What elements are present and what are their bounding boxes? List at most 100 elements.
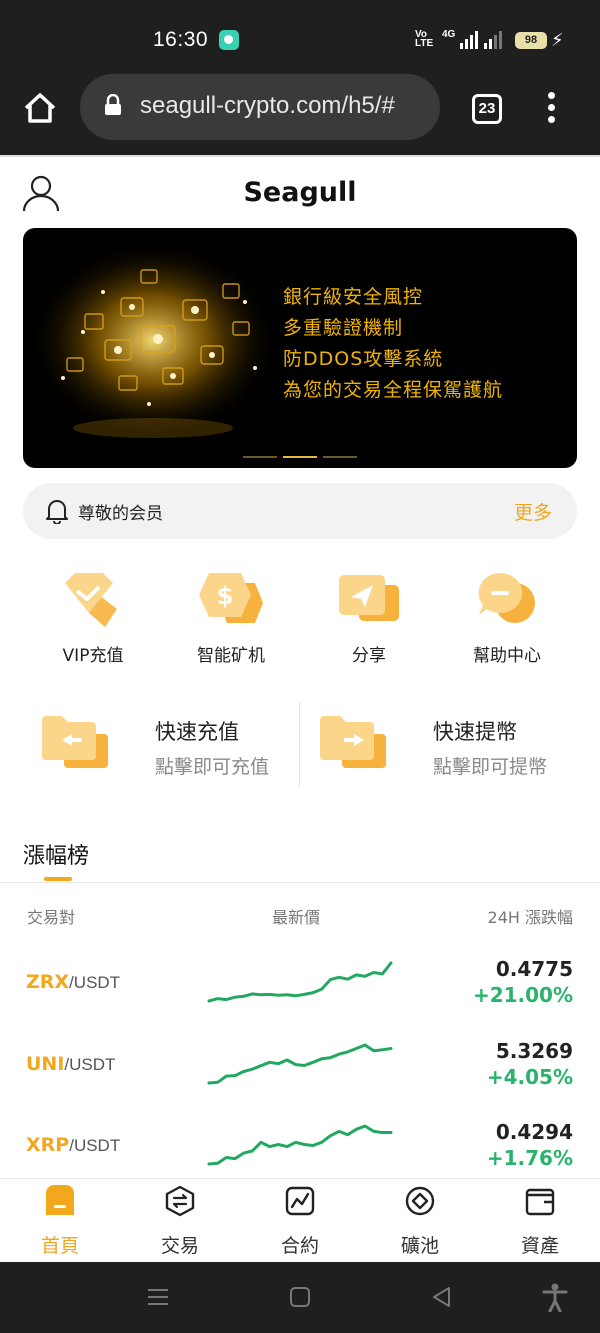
browser-menu-icon[interactable] xyxy=(548,92,558,126)
diamond-icon xyxy=(65,573,117,627)
banner-text: 銀行級安全風控 多重驗證機制 防DDOS攻擊系統 為您的交易全程保駕護航 xyxy=(283,282,503,406)
banner-line: 為您的交易全程保駕護航 xyxy=(283,379,504,401)
fast-withdraw-title: 快速提幣 xyxy=(433,720,517,744)
exchange-icon xyxy=(165,1185,195,1217)
base-symbol: ZRX xyxy=(26,971,70,993)
last-price: 5.3269 xyxy=(495,1039,573,1063)
sparkline-chart xyxy=(207,1043,393,1085)
address-bar[interactable]: seagull-crypto.com/h5/# xyxy=(80,74,440,140)
page-title: Seagull xyxy=(243,177,357,208)
quick-menu-label: 智能矿机 xyxy=(197,646,265,666)
wallet-icon xyxy=(525,1188,555,1216)
network-type: 4G xyxy=(442,29,456,40)
carousel-dot-active[interactable] xyxy=(283,456,317,458)
base-symbol: XRP xyxy=(26,1134,70,1156)
fast-deposit-subtitle: 點擊即可充值 xyxy=(155,756,270,778)
chart-icon xyxy=(285,1186,315,1216)
announcement-text: 尊敬的会员 xyxy=(78,504,163,524)
banner-line: 防DDOS攻擊系統 xyxy=(283,348,444,370)
lock-icon xyxy=(103,93,123,116)
withdraw-folder-icon xyxy=(320,716,386,768)
system-navigation-bar xyxy=(0,1262,600,1333)
quote-symbol: /USDT xyxy=(69,973,121,992)
announcement-bar[interactable]: 尊敬的会员 更多 xyxy=(23,483,577,539)
nav-label: 合約 xyxy=(280,1235,319,1257)
change-percent: +4.05% xyxy=(486,1065,573,1089)
carousel-dot[interactable] xyxy=(323,456,357,458)
status-bar: 16:30 Vo LTE 4G 98 ⚡ xyxy=(0,0,600,80)
share-icon xyxy=(339,575,399,621)
more-link[interactable]: 更多 xyxy=(514,498,552,525)
deposit-folder-icon xyxy=(42,716,108,768)
system-home-icon[interactable] xyxy=(285,1282,315,1312)
quick-menu-share[interactable]: 分享 xyxy=(299,565,439,675)
bell-icon xyxy=(45,498,69,525)
battery-icon: 98 xyxy=(515,32,547,49)
nav-label: 交易 xyxy=(160,1235,199,1257)
help-icon xyxy=(478,572,535,623)
column-header-price: 最新價 xyxy=(272,908,321,927)
system-back-icon[interactable] xyxy=(427,1282,457,1312)
recent-apps-icon[interactable] xyxy=(143,1282,173,1312)
change-percent: +1.76% xyxy=(486,1146,573,1170)
fast-deposit-title: 快速充值 xyxy=(155,720,239,744)
url-text: seagull-crypto.com/h5/# xyxy=(140,92,395,119)
accessibility-icon[interactable] xyxy=(540,1282,570,1312)
chat-notification-icon xyxy=(219,30,239,50)
tab-switcher-button[interactable]: 23 xyxy=(472,94,502,124)
tab-active-indicator xyxy=(44,877,72,881)
trading-pair: ZRX/USDT xyxy=(26,971,120,993)
tab-top-gainers[interactable]: 漲幅榜 xyxy=(23,838,89,870)
fast-actions: 快速充值 點擊即可充值 快速提幣 點擊即可提幣 xyxy=(0,700,600,795)
base-symbol: UNI xyxy=(26,1053,65,1075)
quick-menu-smart-miner[interactable]: $ 智能矿机 xyxy=(161,565,301,675)
trading-pair: UNI/USDT xyxy=(26,1053,115,1075)
signal-strength-icon xyxy=(460,31,478,49)
pool-icon xyxy=(405,1186,435,1216)
browser-toolbar: seagull-crypto.com/h5/# 23 xyxy=(0,74,600,155)
browser-home-icon[interactable] xyxy=(22,90,58,126)
quick-menu-vip-recharge[interactable]: VIP充值 xyxy=(23,565,163,675)
quick-menu-label: VIP充值 xyxy=(62,646,124,666)
last-price: 0.4294 xyxy=(495,1120,573,1144)
quick-menu: VIP充值 $ 智能矿机 分享 幫助中心 xyxy=(23,565,577,675)
trading-pair: XRP/USDT xyxy=(26,1134,120,1156)
column-header-change: 24H 漲跌幅 xyxy=(487,908,573,927)
nav-label: 首頁 xyxy=(40,1235,79,1257)
market-row-uni[interactable]: UNI/USDT 5.3269 +4.05% xyxy=(0,1037,600,1117)
fast-deposit-button[interactable]: 快速充值 點擊即可充值 xyxy=(0,700,290,795)
bottom-navigation: 首頁 交易 合約 礦池 資產 xyxy=(0,1178,600,1260)
nav-home[interactable]: 首頁 xyxy=(0,1179,120,1261)
carousel-dot[interactable] xyxy=(243,456,277,458)
coin-icon: $ xyxy=(199,573,263,623)
divider xyxy=(0,882,600,883)
quick-menu-label: 幫助中心 xyxy=(473,646,541,666)
signal-strength-sim2-icon xyxy=(484,31,502,49)
charging-icon: ⚡ xyxy=(551,30,564,51)
nav-label: 礦池 xyxy=(400,1235,439,1257)
volte-indicator: Vo LTE xyxy=(415,29,434,49)
column-header-pair: 交易對 xyxy=(27,908,76,927)
banner-line: 銀行級安全風控 xyxy=(283,286,424,308)
status-time: 16:30 xyxy=(153,28,209,51)
nav-assets[interactable]: 資產 xyxy=(480,1179,600,1261)
market-row-zrx[interactable]: ZRX/USDT 0.4775 +21.00% xyxy=(0,955,600,1035)
carousel-indicator xyxy=(243,456,357,458)
fast-withdraw-subtitle: 點擊即可提幣 xyxy=(433,756,548,778)
nav-contract[interactable]: 合約 xyxy=(240,1179,360,1261)
security-lock-grid-art xyxy=(28,240,278,440)
svg-text:$: $ xyxy=(217,582,234,610)
banner-line: 多重驗證機制 xyxy=(283,317,404,339)
quick-menu-help-center[interactable]: 幫助中心 xyxy=(437,565,577,675)
quote-symbol: /USDT xyxy=(69,1136,121,1155)
last-price: 0.4775 xyxy=(495,957,573,981)
nav-label: 資產 xyxy=(520,1235,559,1257)
home-icon xyxy=(46,1185,74,1215)
fast-withdraw-button[interactable]: 快速提幣 點擊即可提幣 xyxy=(278,700,568,795)
quick-menu-label: 分享 xyxy=(352,646,386,666)
nav-trade[interactable]: 交易 xyxy=(120,1179,240,1261)
quote-symbol: /USDT xyxy=(64,1055,116,1074)
app-header: Seagull xyxy=(0,155,600,227)
nav-mining-pool[interactable]: 礦池 xyxy=(360,1179,480,1261)
promo-banner[interactable]: 銀行級安全風控 多重驗證機制 防DDOS攻擊系統 為您的交易全程保駕護航 xyxy=(23,228,577,468)
